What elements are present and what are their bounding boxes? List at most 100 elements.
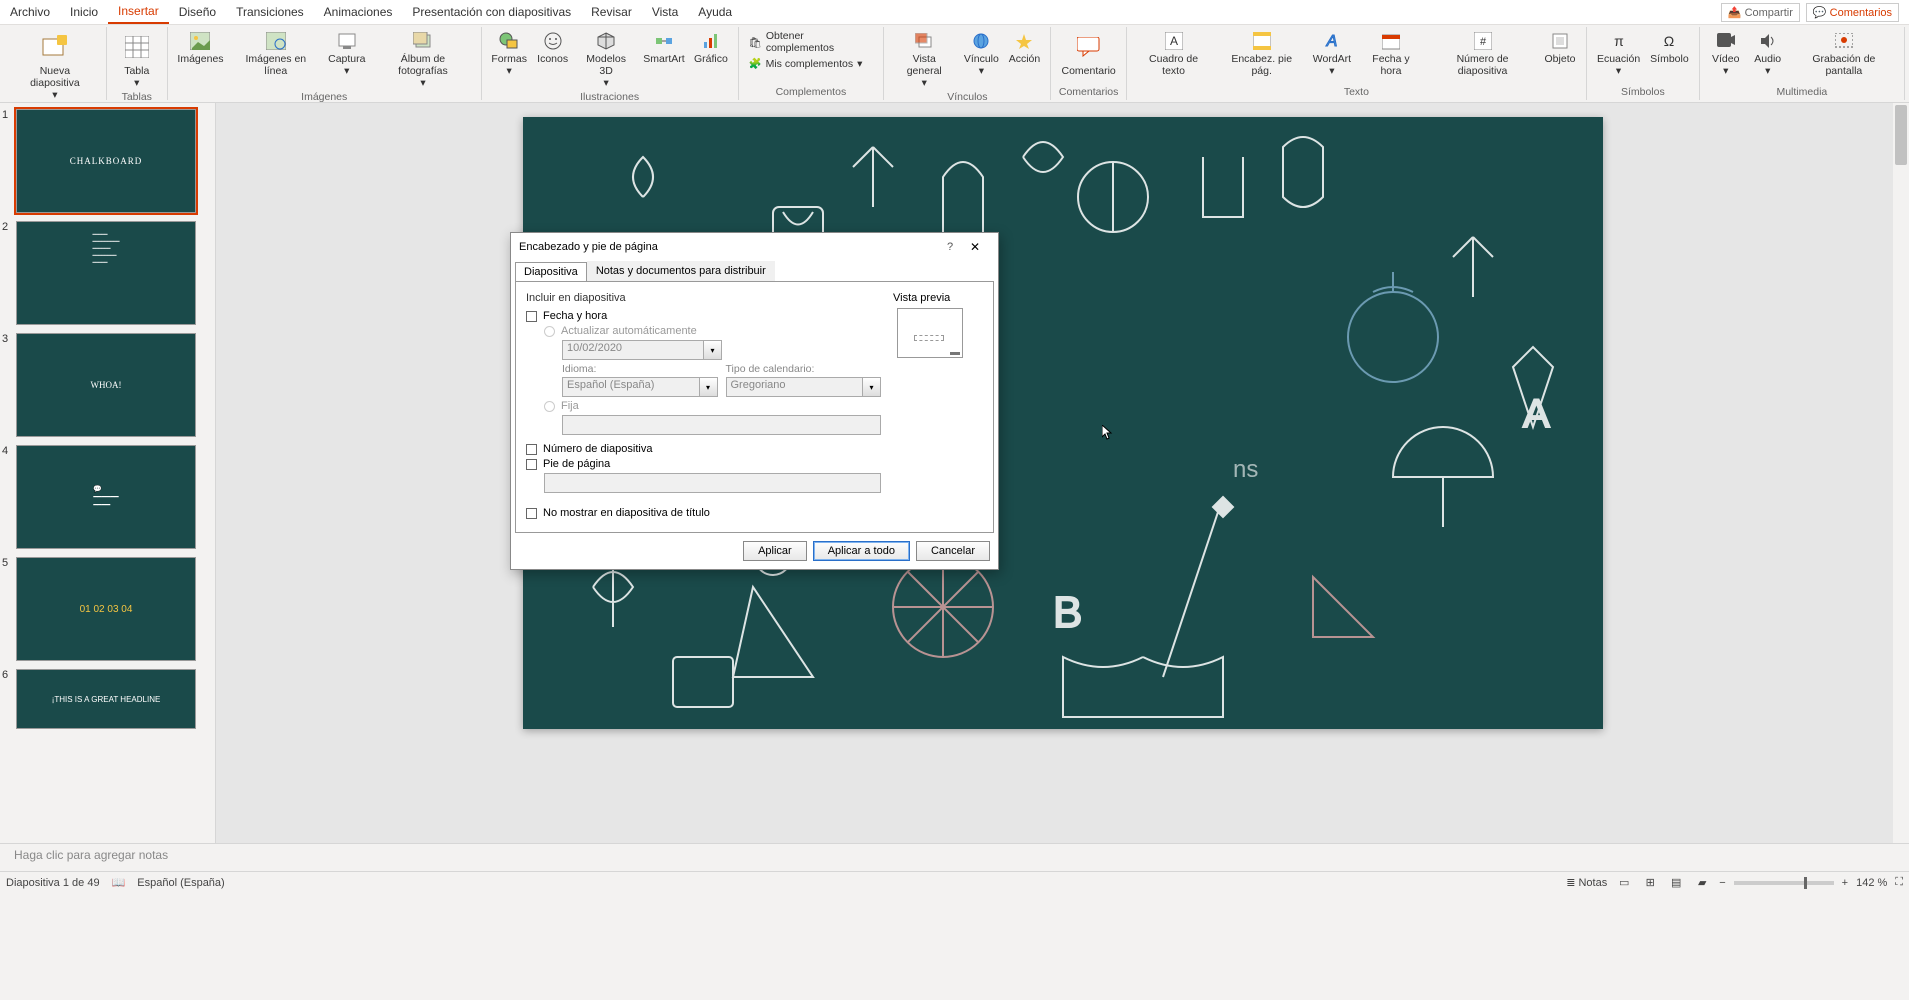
- screen-recording-button[interactable]: Grabación de pantalla: [1790, 29, 1898, 79]
- wordart-button[interactable]: AWordArt ▾: [1309, 29, 1355, 79]
- datetime-checkbox[interactable]: [526, 311, 537, 322]
- audio-icon: [1758, 31, 1778, 51]
- zoom-out-button[interactable]: −: [1719, 877, 1725, 889]
- slide-number-button[interactable]: #Número de diapositiva: [1427, 29, 1538, 79]
- notes-pane[interactable]: Haga clic para agregar notas: [0, 843, 1909, 871]
- screenshot-button[interactable]: Captura ▾: [324, 29, 369, 79]
- comments-button[interactable]: 💬 Comentarios: [1806, 3, 1899, 22]
- apply-all-button[interactable]: Aplicar a todo: [813, 541, 910, 561]
- new-slide-button[interactable]: Nueva diapositiva ▾: [10, 29, 100, 103]
- tab-file[interactable]: Archivo: [0, 0, 60, 24]
- get-addins-button[interactable]: 🛍 Obtener complementos: [745, 29, 878, 55]
- dialog-close-button[interactable]: ✕: [960, 240, 990, 254]
- textbox-icon: A: [1164, 31, 1184, 51]
- vertical-scrollbar[interactable]: [1893, 103, 1909, 843]
- slide-thumbnails-panel[interactable]: 1CHALKBOARD 2━━━━━━━━━━━━━━━━━━━━━━━━━━━…: [0, 103, 216, 843]
- svg-text:A: A: [1326, 33, 1338, 50]
- shapes-icon: [499, 31, 519, 51]
- zoom-level[interactable]: 142 %: [1856, 877, 1887, 889]
- textbox-button[interactable]: ACuadro de texto: [1133, 29, 1215, 79]
- comment-button[interactable]: Comentario: [1057, 29, 1119, 79]
- tab-animations[interactable]: Animaciones: [314, 0, 403, 24]
- ribbon: Nueva diapositiva ▾ Diapositivas Tabla ▾…: [0, 25, 1909, 103]
- dialog-help-button[interactable]: ?: [940, 241, 960, 253]
- video-button[interactable]: Vídeo ▾: [1706, 29, 1746, 79]
- table-button[interactable]: Tabla ▾: [113, 29, 161, 91]
- slide-number-checkbox[interactable]: [526, 444, 537, 455]
- dialog-tab-slide[interactable]: Diapositiva: [515, 262, 587, 282]
- footer-text-input[interactable]: [544, 473, 881, 493]
- zoom-slider[interactable]: [1734, 881, 1834, 885]
- svg-text:A: A: [1170, 34, 1178, 48]
- slide-thumbnail[interactable]: ━━━━━━━━━━━━━━━━━━━━━━━━━━━━━━━━━: [16, 221, 196, 325]
- header-footer-dialog: Encabezado y pie de página ? ✕ Diapositi…: [510, 232, 999, 570]
- dont-show-title-checkbox[interactable]: [526, 508, 537, 519]
- zoom-button[interactable]: Vista general ▾: [890, 29, 958, 91]
- dont-show-title-label: No mostrar en diapositiva de título: [543, 507, 710, 519]
- date-dropdown-button[interactable]: ▾: [704, 340, 722, 360]
- slide-thumbnail[interactable]: WHOA!: [16, 333, 196, 437]
- menu-tabs-bar: Archivo Inicio Insertar Diseño Transicio…: [0, 0, 1909, 25]
- thumb-number: 4: [2, 445, 12, 457]
- icons-button[interactable]: Iconos: [533, 29, 573, 67]
- reading-view-button[interactable]: ▤: [1667, 875, 1685, 891]
- zoom-in-button[interactable]: +: [1842, 877, 1848, 889]
- calendar-dropdown-button[interactable]: ▾: [863, 377, 881, 397]
- tab-view[interactable]: Vista: [642, 0, 688, 24]
- audio-button[interactable]: Audio ▾: [1748, 29, 1788, 79]
- online-pictures-button[interactable]: Imágenes en línea: [229, 29, 322, 79]
- datetime-button[interactable]: Fecha y hora: [1357, 29, 1425, 79]
- object-button[interactable]: Objeto: [1540, 29, 1580, 67]
- sorter-view-button[interactable]: ⊞: [1641, 875, 1659, 891]
- dialog-tab-notes[interactable]: Notas y documentos para distribuir: [587, 261, 775, 281]
- fixed-label: Fija: [561, 400, 579, 412]
- notes-toggle[interactable]: ≣ Notas: [1566, 876, 1607, 889]
- footer-checkbox[interactable]: [526, 459, 537, 470]
- slide-number-label: Número de diapositiva: [543, 443, 652, 455]
- thumb-number: 6: [2, 669, 12, 681]
- my-addins-button[interactable]: 🧩 Mis complementos ▾: [745, 56, 878, 71]
- date-combo[interactable]: 10/02/2020: [562, 340, 704, 360]
- 3dmodels-button[interactable]: Modelos 3D ▾: [575, 29, 638, 91]
- slide-thumbnail[interactable]: 01 02 03 04: [16, 557, 196, 661]
- apply-button[interactable]: Aplicar: [743, 541, 807, 561]
- cancel-button[interactable]: Cancelar: [916, 541, 990, 561]
- shapes-button[interactable]: Formas ▾: [488, 29, 531, 79]
- equation-button[interactable]: πEcuación ▾: [1593, 29, 1644, 79]
- photo-album-button[interactable]: Álbum de fotografías ▾: [371, 29, 475, 91]
- slide-thumbnail[interactable]: 💬━━━━━━━━━━: [16, 445, 196, 549]
- chart-button[interactable]: Gráfico: [690, 29, 731, 67]
- language-dropdown-button[interactable]: ▾: [700, 377, 718, 397]
- tab-insert[interactable]: Insertar: [108, 0, 169, 24]
- slide-thumbnail[interactable]: ¡THIS IS A GREAT HEADLINE: [16, 669, 196, 729]
- preview-label: Vista previa: [893, 292, 983, 304]
- slideshow-view-button[interactable]: ▰: [1693, 875, 1711, 891]
- normal-view-button[interactable]: ▭: [1615, 875, 1633, 891]
- pictures-button[interactable]: Imágenes: [174, 29, 227, 67]
- language-status[interactable]: Español (España): [137, 877, 224, 889]
- link-button[interactable]: Vínculo ▾: [960, 29, 1002, 79]
- datetime-label: Fecha y hora: [543, 310, 607, 322]
- fit-to-window-button[interactable]: ⛶: [1895, 876, 1903, 889]
- smartart-button[interactable]: SmartArt: [640, 29, 689, 67]
- action-button[interactable]: Acción: [1004, 29, 1044, 67]
- header-footer-button[interactable]: Encabez. pie pág.: [1216, 29, 1307, 79]
- slide-editor[interactable]: A B ns: [216, 103, 1909, 843]
- symbol-button[interactable]: ΩSímbolo: [1646, 29, 1693, 67]
- spellcheck-icon[interactable]: 📖: [112, 876, 126, 889]
- tab-slideshow[interactable]: Presentación con diapositivas: [402, 0, 581, 24]
- auto-update-radio[interactable]: [544, 326, 555, 337]
- calendar-combo[interactable]: Gregoriano: [726, 377, 864, 397]
- tab-design[interactable]: Diseño: [169, 0, 226, 24]
- language-combo[interactable]: Español (España): [562, 377, 700, 397]
- tab-help[interactable]: Ayuda: [688, 0, 742, 24]
- slide-thumbnail[interactable]: CHALKBOARD: [16, 109, 196, 213]
- tab-review[interactable]: Revisar: [581, 0, 642, 24]
- fixed-radio[interactable]: [544, 401, 555, 412]
- online-picture-icon: [266, 31, 286, 51]
- fixed-date-input[interactable]: [562, 415, 881, 435]
- share-button[interactable]: 📤 Compartir: [1721, 3, 1800, 22]
- tab-transitions[interactable]: Transiciones: [226, 0, 314, 24]
- action-icon: [1014, 31, 1034, 51]
- tab-home[interactable]: Inicio: [60, 0, 108, 24]
